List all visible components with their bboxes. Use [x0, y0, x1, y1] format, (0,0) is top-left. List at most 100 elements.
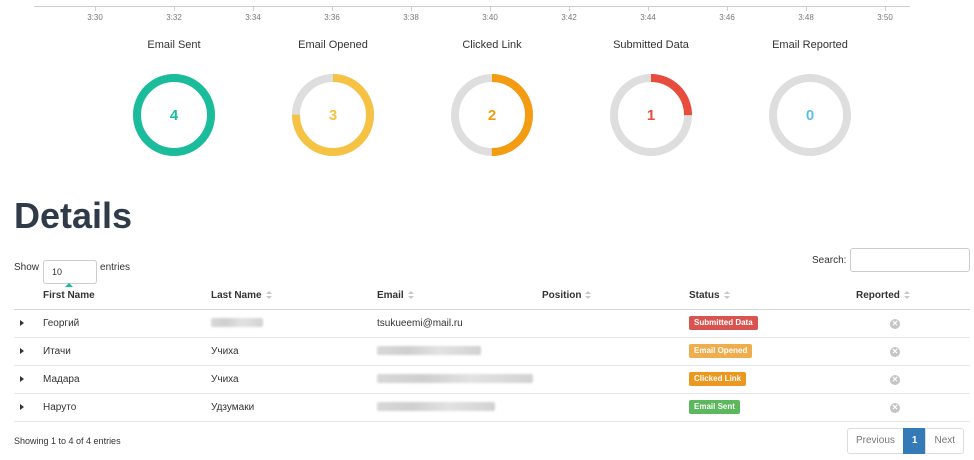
- last-name: Учиха: [211, 345, 239, 357]
- column-header-first-name[interactable]: First Name: [43, 282, 211, 310]
- timeline-tick-label: 3:34: [245, 13, 261, 22]
- stat-title: Email Reported: [772, 39, 848, 51]
- stat-value: 0: [806, 107, 814, 124]
- timeline-tick-label: 3:50: [877, 13, 893, 22]
- donut-chart: 1: [610, 74, 692, 156]
- status-badge: Submitted Data: [689, 316, 758, 330]
- first-name-cell: Мадара: [43, 365, 211, 394]
- column-header-status[interactable]: Status: [689, 282, 856, 310]
- timeline-tick-label: 3:40: [482, 13, 498, 22]
- status-badge: Email Sent: [689, 400, 740, 414]
- expand-cell[interactable]: [14, 365, 43, 394]
- position-cell: [542, 393, 689, 422]
- reported-cell: ✕: [856, 365, 970, 394]
- show-label: Show: [14, 261, 40, 273]
- status-cell: Email Sent: [689, 393, 856, 422]
- status-cell: Submitted Data: [689, 309, 856, 338]
- first-name: Мадара: [43, 373, 80, 385]
- email: tsukueemi@mail.ru: [377, 317, 463, 329]
- pagination: Previous 1 Next: [847, 428, 965, 454]
- timeline-tick-label: 3:46: [719, 13, 735, 22]
- timeline-tick: [411, 7, 412, 11]
- redacted-email: [377, 374, 533, 384]
- stat-submitted-data: Submitted Data 1: [586, 38, 716, 158]
- timeline-tick-label: 3:36: [324, 13, 340, 22]
- status-cell: Email Opened: [689, 337, 856, 366]
- entries-select[interactable]: 10: [43, 260, 98, 284]
- first-name-cell: Итачи: [43, 337, 211, 366]
- position-cell: [542, 337, 689, 366]
- last-name-cell: [211, 309, 377, 338]
- entries-label: entries: [100, 261, 131, 273]
- timeline-tick-label: 3:44: [640, 13, 656, 22]
- timeline-tick-label: 3:42: [561, 13, 577, 22]
- email-cell: [377, 393, 542, 422]
- sort-icon: [585, 290, 592, 300]
- campaign-stats: Email Sent 4 Email Opened 3 Clicked Link 2 Sub…: [0, 38, 974, 168]
- stat-value: 4: [170, 107, 179, 124]
- stat-title: Email Opened: [298, 39, 368, 51]
- sort-icon: [723, 290, 730, 300]
- sort-asc-icon: [64, 282, 73, 287]
- timeline-tick: [569, 7, 570, 11]
- first-name-cell: Георгий: [43, 309, 211, 338]
- stat-title: Email Sent: [147, 39, 201, 51]
- stat-title: Clicked Link: [462, 39, 522, 51]
- table-row[interactable]: Итачи Учиха Email Opened ✕: [14, 337, 970, 366]
- timeline-tick-label: 3:32: [166, 13, 182, 22]
- email-cell: [377, 365, 542, 394]
- page-1-button[interactable]: 1: [902, 428, 927, 454]
- next-page-button[interactable]: Next: [925, 428, 965, 454]
- column-header-position[interactable]: Position: [542, 282, 689, 310]
- table-row[interactable]: Георгий tsukueemi@mail.ru Submitted Data ✕: [14, 309, 970, 338]
- expand-cell[interactable]: [14, 337, 43, 366]
- stat-clicked-link: Clicked Link 2: [427, 38, 557, 158]
- donut-chart: 3: [292, 74, 374, 156]
- timeline-line: [34, 6, 910, 7]
- timeline-tick: [95, 7, 96, 11]
- first-name: Георгий: [43, 317, 80, 329]
- last-name: Учиха: [211, 373, 239, 385]
- not-reported-icon: ✕: [890, 374, 900, 385]
- expand-cell[interactable]: [14, 393, 43, 422]
- expand-row-icon[interactable]: [20, 403, 24, 410]
- expand-row-icon[interactable]: [20, 375, 24, 382]
- status-badge: Email Opened: [689, 344, 753, 358]
- table-row[interactable]: Мадара Учиха Clicked Link ✕: [14, 365, 970, 394]
- timeline-tick: [174, 7, 175, 11]
- expand-row-icon[interactable]: [20, 319, 24, 326]
- timeline-axis: 3:30 3:32 3:34 3:36 3:38 3:40 3:42 3:44 3:46 3:48…: [0, 0, 974, 30]
- timeline-tick: [253, 7, 254, 11]
- redacted-email: [377, 346, 481, 356]
- email-cell: tsukueemi@mail.ru: [377, 309, 542, 338]
- donut-chart: 2: [451, 74, 533, 156]
- column-header-email[interactable]: Email: [377, 282, 542, 310]
- table-row[interactable]: Наруто Удзумаки Email Sent ✕: [14, 393, 970, 422]
- expand-row-icon[interactable]: [20, 347, 24, 354]
- stat-value: 2: [488, 107, 496, 124]
- last-name-cell: Удзумаки: [211, 393, 377, 422]
- position-cell: [542, 309, 689, 338]
- position-cell: [542, 365, 689, 394]
- email-cell: [377, 337, 542, 366]
- timeline-tick: [806, 7, 807, 11]
- sort-icon: [903, 290, 910, 300]
- previous-page-button[interactable]: Previous: [847, 428, 904, 454]
- reported-cell: ✕: [856, 393, 970, 422]
- table-header-row: First Name Last Name Email Position Stat…: [14, 282, 970, 310]
- last-name: Удзумаки: [211, 401, 255, 413]
- search-input[interactable]: [850, 248, 971, 272]
- not-reported-icon: ✕: [890, 402, 900, 413]
- not-reported-icon: ✕: [890, 318, 900, 329]
- donut-chart: 0: [769, 74, 851, 156]
- timeline-tick: [332, 7, 333, 11]
- expand-cell[interactable]: [14, 309, 43, 338]
- first-name: Наруто: [43, 401, 77, 413]
- show-entries-control: Show 10 entries: [14, 250, 130, 284]
- column-header-last-name[interactable]: Last Name: [211, 282, 377, 310]
- column-header-reported[interactable]: Reported: [856, 282, 970, 310]
- status-cell: Clicked Link: [689, 365, 856, 394]
- timeline-tick-label: 3:48: [798, 13, 814, 22]
- timeline-tick: [727, 7, 728, 11]
- reported-cell: ✕: [856, 337, 970, 366]
